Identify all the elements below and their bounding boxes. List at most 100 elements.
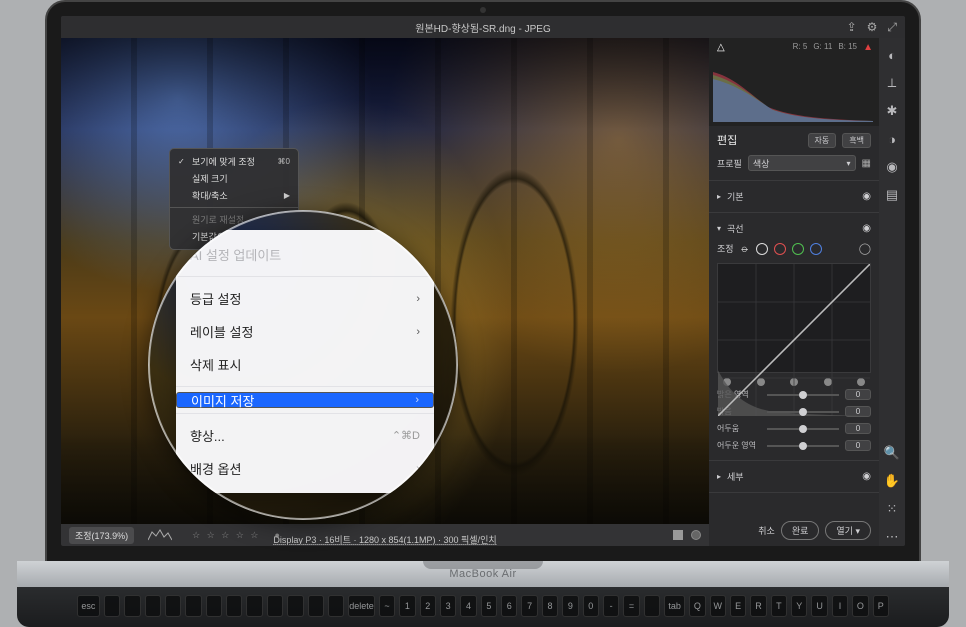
heal-tool-icon[interactable]: ✱ bbox=[883, 102, 901, 120]
menu-item[interactable]: 레이블 설정› bbox=[176, 315, 434, 348]
menu-item[interactable]: 이미지 저장› bbox=[176, 392, 434, 408]
key bbox=[104, 595, 120, 617]
more-tool-icon[interactable]: ⋯ bbox=[883, 528, 901, 546]
zoom-indicator[interactable]: 조정(173.9%) bbox=[69, 527, 134, 544]
curve-toggle[interactable]: ▾ 곡선 ◉ bbox=[717, 219, 871, 238]
gear-icon[interactable]: ⚙ bbox=[867, 20, 878, 34]
basic-label: 기본 bbox=[727, 190, 744, 203]
clip-highlight-icon[interactable]: ▲ bbox=[863, 42, 873, 53]
basic-toggle[interactable]: ▸ 기본 ◉ bbox=[717, 187, 871, 206]
slider-label: 어두운 영역 bbox=[717, 440, 761, 451]
open-button[interactable]: 열기 ▾ bbox=[825, 521, 871, 540]
menu-label: 배경 옵션 bbox=[190, 459, 241, 478]
key bbox=[328, 595, 344, 617]
slider-value[interactable]: 0 bbox=[845, 440, 871, 451]
key: ~ bbox=[379, 595, 395, 617]
menu-fit-to-view[interactable]: ✓ 보기에 맞게 조정 ⌘0 bbox=[170, 153, 298, 170]
profile-value: 색상 bbox=[753, 157, 770, 170]
menu-label: 이미지 저장 bbox=[191, 391, 254, 410]
key: = bbox=[623, 595, 639, 617]
key bbox=[308, 595, 324, 617]
slider-thumb[interactable] bbox=[799, 425, 807, 433]
key: Y bbox=[791, 595, 807, 617]
histo-b: B: 15 bbox=[838, 42, 857, 51]
channel-luma-icon[interactable]: ⦵ bbox=[740, 241, 750, 256]
key: 6 bbox=[501, 595, 517, 617]
menu-item: AI 설정 업데이트› bbox=[176, 238, 434, 271]
menu-actual-size[interactable]: 실제 크기 bbox=[170, 170, 298, 187]
expand-icon[interactable]: ⤢ bbox=[887, 20, 897, 35]
titlebar-actions: ⇪ ⚙ ⤢ bbox=[847, 20, 897, 35]
key: 8 bbox=[542, 595, 558, 617]
done-button[interactable]: 완료 bbox=[781, 521, 820, 540]
slider-thumb[interactable] bbox=[799, 442, 807, 450]
eye-icon[interactable]: ◉ bbox=[862, 191, 871, 202]
menu-zoom[interactable]: 확대/축소 ▶ bbox=[170, 187, 298, 204]
chevron-down-icon: ▾ bbox=[847, 159, 851, 168]
menu-item[interactable]: 삭제 표시 bbox=[176, 348, 434, 381]
channel-selector: ⦵ bbox=[740, 241, 822, 256]
eye-icon[interactable]: ◉ bbox=[862, 471, 871, 482]
redeye-tool-icon[interactable]: ◉ bbox=[883, 158, 901, 176]
laptop-notch bbox=[423, 561, 543, 569]
point-curve-icon[interactable]: ◯ bbox=[859, 242, 871, 255]
channel-red[interactable] bbox=[774, 243, 786, 255]
context-menu-large[interactable]: AI 설정 업데이트› 등급 설정›레이블 설정›삭제 표시이미지 저장› 향상..… bbox=[176, 230, 434, 493]
curve-editor[interactable] bbox=[717, 263, 871, 373]
rating-stars[interactable]: ☆ ☆ ☆ ☆ ☆ bbox=[192, 530, 260, 541]
grid-icon[interactable]: ▦ bbox=[862, 158, 871, 169]
menu-shortcut: ⌘0 bbox=[278, 157, 290, 166]
share-icon[interactable]: ⇪ bbox=[847, 20, 857, 34]
channel-blue[interactable] bbox=[810, 243, 822, 255]
menu-item[interactable]: 배경 옵션› bbox=[176, 452, 434, 485]
key: 5 bbox=[481, 595, 497, 617]
adjust-label: 조정 bbox=[717, 242, 734, 255]
keyboard-deck: escdelete~1234567890-=tabQWERTYUIOP bbox=[17, 587, 949, 627]
key bbox=[226, 595, 242, 617]
chevron-right-icon: ▸ bbox=[717, 192, 721, 201]
slider-thumb[interactable] bbox=[799, 391, 807, 399]
edit-tool-icon[interactable]: ◐ bbox=[883, 46, 901, 64]
view-mode-single-icon[interactable] bbox=[673, 530, 683, 540]
basic-section: ▸ 기본 ◉ bbox=[709, 181, 879, 213]
cancel-button[interactable]: 취소 bbox=[758, 524, 775, 537]
bw-button[interactable]: 흑백 bbox=[842, 133, 871, 148]
view-mode-compare-icon[interactable] bbox=[691, 530, 701, 540]
histo-g: G: 11 bbox=[813, 42, 832, 51]
preset-tool-icon[interactable]: ▤ bbox=[883, 186, 901, 204]
key: - bbox=[603, 595, 619, 617]
zoom-tool-icon[interactable]: 🔍 bbox=[883, 444, 901, 462]
histogram[interactable]: △ ▲ R: 5 G: 11 B: 15 bbox=[709, 38, 879, 126]
channel-green[interactable] bbox=[792, 243, 804, 255]
crop-tool-icon[interactable]: ⟂ bbox=[883, 74, 901, 92]
key bbox=[246, 595, 262, 617]
channel-all[interactable] bbox=[756, 243, 768, 255]
key: 4 bbox=[460, 595, 476, 617]
profile-select[interactable]: 색상 ▾ bbox=[748, 155, 856, 171]
auto-button[interactable]: 자동 bbox=[808, 133, 837, 148]
slider-thumb[interactable] bbox=[799, 408, 807, 416]
menu-separator bbox=[176, 413, 434, 414]
slider-track[interactable] bbox=[767, 445, 839, 447]
hand-tool-icon[interactable]: ✋ bbox=[883, 472, 901, 490]
slider-value[interactable]: 0 bbox=[845, 423, 871, 434]
mask-tool-icon[interactable]: ◑ bbox=[883, 130, 901, 148]
eyedrop-tool-icon[interactable]: ⁙ bbox=[883, 500, 901, 518]
edit-section-header: 편집 자동 흑백 프로필 색상 ▾ ▦ bbox=[709, 126, 879, 181]
slider-track[interactable] bbox=[767, 428, 839, 430]
laptop-base: MacBook Air bbox=[17, 561, 949, 587]
keyboard-keys: escdelete~1234567890-=tabQWERTYUIOP bbox=[17, 587, 949, 625]
key: O bbox=[852, 595, 868, 617]
key bbox=[185, 595, 201, 617]
slider-track[interactable] bbox=[767, 394, 839, 396]
clip-shadow-icon[interactable]: △ bbox=[717, 42, 725, 53]
menu-item[interactable]: 향상...⌃⌘D bbox=[176, 419, 434, 452]
mini-histogram-icon bbox=[148, 528, 172, 542]
titlebar: 원본HD-향상됨-SR.dng - JPEG ⇪ ⚙ ⤢ bbox=[61, 16, 905, 38]
eye-icon[interactable]: ◉ bbox=[862, 223, 871, 234]
image-info-line[interactable]: Display P3 · 16비트 · 1280 x 854(1.1MP) · … bbox=[273, 533, 496, 546]
menu-item[interactable]: 등급 설정› bbox=[176, 282, 434, 315]
slider-track[interactable] bbox=[767, 411, 839, 413]
detail-toggle[interactable]: ▸ 세부 ◉ bbox=[717, 467, 871, 486]
edit-title: 편집 bbox=[717, 132, 737, 148]
